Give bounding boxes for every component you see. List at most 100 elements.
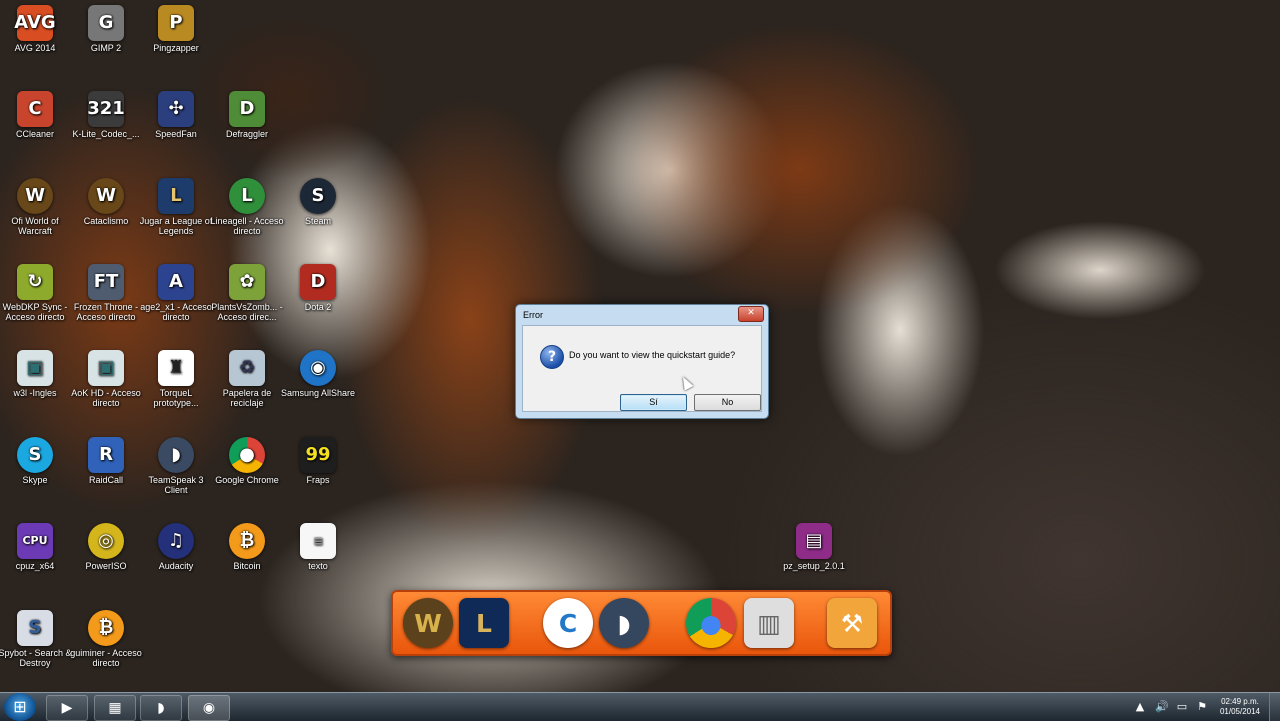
dialog-message: Do you want to view the quickstart guide…: [569, 350, 736, 360]
steam-icon: S: [300, 178, 336, 214]
desktop-icon-label: Defraggler: [225, 129, 269, 139]
desktop-icon-pvz[interactable]: ✿ PlantsVsZomb... - Acceso direc...: [209, 264, 285, 322]
league-of-legends-icon: L: [158, 178, 194, 214]
desktop-icon-label: Samsung AllShare: [280, 388, 356, 398]
tray-arrow-icon[interactable]: ▲: [1132, 699, 1148, 715]
chrome-icon: ●: [229, 437, 265, 473]
desktop-icon-poweriso[interactable]: ◎ PowerISO: [68, 523, 144, 571]
desktop-icon-torquel[interactable]: ♜ TorqueL prototype...: [138, 350, 214, 408]
network-icon[interactable]: ▭: [1174, 699, 1190, 715]
desktop-icon-label: w3l -Ingles: [13, 388, 57, 398]
spybot-icon: S: [17, 610, 53, 646]
torquel-icon: ♜: [158, 350, 194, 386]
desktop-icon-wow[interactable]: W Ofi World of Warcraft: [0, 178, 73, 236]
klite-codec-icon: 321: [87, 91, 125, 127]
desktop-icon-avg[interactable]: AVG AVG 2014: [0, 5, 73, 53]
desktop-icon-label: Fraps: [306, 475, 330, 485]
samsung-allshare-icon: ◉: [300, 350, 336, 386]
desktop-icon-teamspeak[interactable]: ◗ TeamSpeak 3 Client: [138, 437, 214, 495]
desktop-icon-steam[interactable]: S Steam: [280, 178, 356, 226]
close-icon[interactable]: ✕: [738, 306, 764, 322]
desktop-icon-ccleaner[interactable]: C CCleaner: [0, 91, 73, 139]
desktop-icon-spybot[interactable]: S Spybot - Search & Destroy: [0, 610, 73, 668]
dock-ccleaner-icon[interactable]: C: [543, 598, 593, 648]
dock-teamspeak-icon[interactable]: ◗: [599, 598, 649, 648]
taskbar-clock[interactable]: 02:49 p.m. 01/05/2014: [1220, 697, 1260, 717]
desktop-icon-label: Frozen Throne - Acceso directo: [73, 302, 139, 322]
desktop-icon-texto[interactable]: ≡ texto: [280, 523, 356, 571]
volume-icon[interactable]: 🔊: [1154, 699, 1170, 715]
desktop-icon-label: Bitcoin: [233, 561, 261, 571]
desktop-icon-label: TeamSpeak 3 Client: [148, 475, 204, 495]
desktop-icon-league[interactable]: L Jugar a League of Legends: [138, 178, 214, 236]
shortcut-icon: ▣: [17, 350, 53, 386]
application-dock: W L C ◗ ● ▥ ⚒: [391, 590, 892, 656]
desktop-icon-audacity[interactable]: ♫ Audacity: [138, 523, 214, 571]
desktop-icon-cataclismo[interactable]: W Cataclismo: [68, 178, 144, 226]
shortcut-icon: ▣: [88, 350, 124, 386]
desktop-icon-label: Cataclismo: [83, 216, 129, 226]
desktop-icon-label: Jugar a League of Legends: [139, 216, 213, 236]
text-file-icon: ≡: [300, 523, 336, 559]
desktop-icon-label: K-Lite_Codec_...: [72, 129, 140, 139]
dialog-title: Error: [523, 310, 543, 320]
clock-date: 01/05/2014: [1219, 707, 1260, 716]
dock-tools-icon[interactable]: ⚒: [827, 598, 877, 648]
dota2-icon: D: [300, 264, 336, 300]
question-icon: ?: [540, 345, 564, 369]
desktop-icon-bitcoin[interactable]: ₿ Bitcoin: [209, 523, 285, 571]
desktop-icon-label: PlantsVsZomb... - Acceso direc...: [211, 302, 283, 322]
desktop-icon-lineage[interactable]: L Lineagell - Acceso directo: [209, 178, 285, 236]
dock-computer-icon[interactable]: ▥: [744, 598, 794, 648]
desktop-icon-label: SpeedFan: [155, 129, 197, 139]
desktop-icon-webdkp[interactable]: ↻ WebDKP Sync - Acceso directo: [0, 264, 73, 322]
cpuz-icon: CPU: [17, 523, 53, 559]
teamspeak-taskbar-icon[interactable]: ◗: [140, 695, 182, 721]
desktop-icon-raidcall[interactable]: R RaidCall: [68, 437, 144, 485]
desktop-icon-gimp[interactable]: G GIMP 2: [68, 5, 144, 53]
desktop-icon-label: PowerISO: [85, 561, 127, 571]
desktop-icon-klite[interactable]: 321 K-Lite_Codec_...: [68, 91, 144, 139]
desktop-icon-label: Papelera de reciclaje: [222, 388, 272, 408]
desktop-icon-label: Pingzapper: [153, 43, 199, 53]
desktop-icon-label: texto: [308, 561, 328, 571]
desktop-icon-label: CCleaner: [15, 129, 55, 139]
desktop-icon-label: AoK HD - Acceso directo: [71, 388, 141, 408]
desktop-icon-defraggler[interactable]: D Defraggler: [209, 91, 285, 139]
desktop-icon-fraps[interactable]: 99 Fraps: [280, 437, 356, 485]
dock-league-of-legends-icon[interactable]: L: [459, 598, 509, 648]
desktop-icon-recycle-bin[interactable]: ♻ Papelera de reciclaje: [209, 350, 285, 408]
winrar-archive-icon: ▤: [796, 523, 832, 559]
desktop-icon-frozen-throne[interactable]: FT Frozen Throne - Acceso directo: [68, 264, 144, 322]
media-player-icon[interactable]: ▶: [46, 695, 88, 721]
desktop-icon-dota2[interactable]: D Dota 2: [280, 264, 356, 312]
desktop-icon-aok-hd[interactable]: ▣ AoK HD - Acceso directo: [68, 350, 144, 408]
desktop-icon-skype[interactable]: S Skype: [0, 437, 73, 485]
desktop-icon-cpuz[interactable]: CPU cpuz_x64: [0, 523, 73, 571]
desktop-icon-label: Lineagell - Acceso directo: [210, 216, 284, 236]
windows-logo-icon[interactable]: ⊞: [4, 693, 36, 721]
desktop-icon-age2[interactable]: A age2_x1 - Acceso directo: [138, 264, 214, 322]
action-center-flag-icon[interactable]: ⚑: [1194, 699, 1210, 715]
taskbar: ⊞ ▶ ▦ ◗ ◉ ▲ 🔊 ▭ ⚑ 02:49 p.m. 01/05/2014: [0, 692, 1280, 721]
yes-button[interactable]: Sí: [620, 394, 687, 411]
defraggler-icon: D: [229, 91, 265, 127]
ccleaner-icon: C: [17, 91, 53, 127]
desktop-icon-allshare[interactable]: ◉ Samsung AllShare: [280, 350, 356, 398]
dock-wow-icon[interactable]: W: [403, 598, 453, 648]
desktop-icon-speedfan[interactable]: ✣ SpeedFan: [138, 91, 214, 139]
dock-chrome-icon[interactable]: ●: [686, 598, 736, 648]
desktop-icon-pingzapper[interactable]: P Pingzapper: [138, 5, 214, 53]
desktop-icon-chrome[interactable]: ● Google Chrome: [209, 437, 285, 485]
desktop-icon-label: RaidCall: [88, 475, 123, 485]
file-explorer-icon[interactable]: ▦: [94, 695, 136, 721]
desktop-icon-label: Audacity: [158, 561, 194, 571]
no-button[interactable]: No: [694, 394, 761, 411]
show-desktop-button[interactable]: [1269, 693, 1280, 721]
desktop-icon-guiminer[interactable]: ₿ guiminer - Acceso directo: [68, 610, 144, 668]
desktop-icon-w3l[interactable]: ▣ w3l -Ingles: [0, 350, 73, 398]
chrome-taskbar-icon[interactable]: ◉: [188, 695, 230, 721]
desktop-icon-label: guiminer - Acceso directo: [70, 648, 142, 668]
desktop-icon-pz-setup[interactable]: ▤ pz_setup_2.0.1: [776, 523, 852, 571]
poweriso-icon: ◎: [88, 523, 124, 559]
